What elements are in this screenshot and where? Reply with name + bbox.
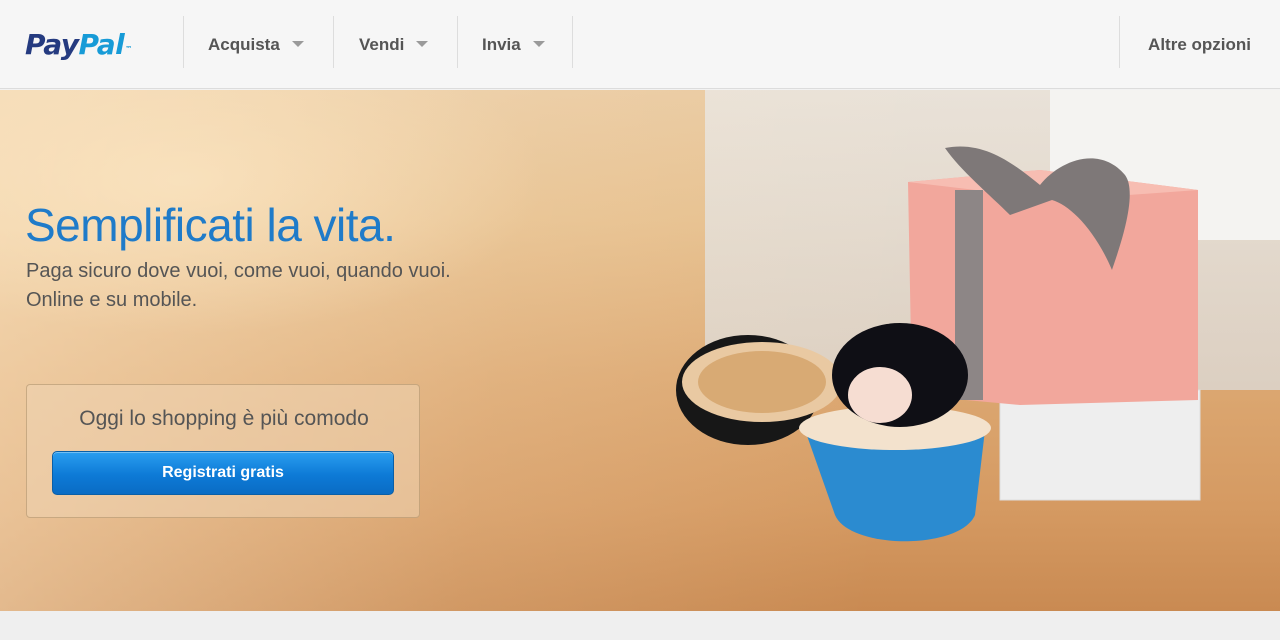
hero-product-image	[676, 146, 1201, 542]
hero-headline: Semplificati la vita.	[25, 199, 396, 251]
nav-item-vendi[interactable]: Vendi	[359, 0, 429, 89]
paypal-logo[interactable]: PayPal™	[25, 25, 132, 65]
chevron-down-icon	[532, 40, 545, 47]
logo-text-pal: Pal	[78, 28, 125, 61]
page-footer-strip	[0, 611, 1280, 640]
trademark-mark: ™	[125, 45, 132, 53]
nav-divider	[572, 16, 573, 68]
signup-cta-box: Oggi lo shopping è più comodo Registrati…	[26, 384, 420, 518]
nav-divider	[1119, 16, 1120, 68]
nav-item-invia[interactable]: Invia	[482, 0, 545, 89]
cta-title: Oggi lo shopping è più comodo	[79, 407, 369, 430]
chevron-down-icon	[416, 40, 429, 47]
nav-item-label: Invia	[482, 34, 521, 54]
hero-banner: Semplificati la vita. Paga sicuro dove v…	[0, 90, 1280, 611]
nav-divider	[183, 16, 184, 68]
nav-item-acquista[interactable]: Acquista	[208, 0, 304, 89]
hero-subline-2: Online e su mobile.	[26, 289, 198, 311]
chevron-down-icon	[291, 40, 304, 47]
signup-button[interactable]: Registrati gratis	[52, 451, 394, 495]
nav-divider	[333, 16, 334, 68]
nav-item-label: Vendi	[359, 34, 405, 54]
more-options-link[interactable]: Altre opzioni	[1148, 0, 1251, 89]
logo-text-pay: Pay	[25, 28, 79, 61]
nav-divider	[457, 16, 458, 68]
site-header: PayPal™ Acquista Vendi Invia Altre opzio…	[0, 0, 1280, 89]
nesting-doll-illustration	[676, 323, 991, 542]
nav-item-label: Acquista	[208, 34, 280, 54]
hero-subline-1: Paga sicuro dove vuoi, come vuoi, quando…	[26, 260, 451, 282]
